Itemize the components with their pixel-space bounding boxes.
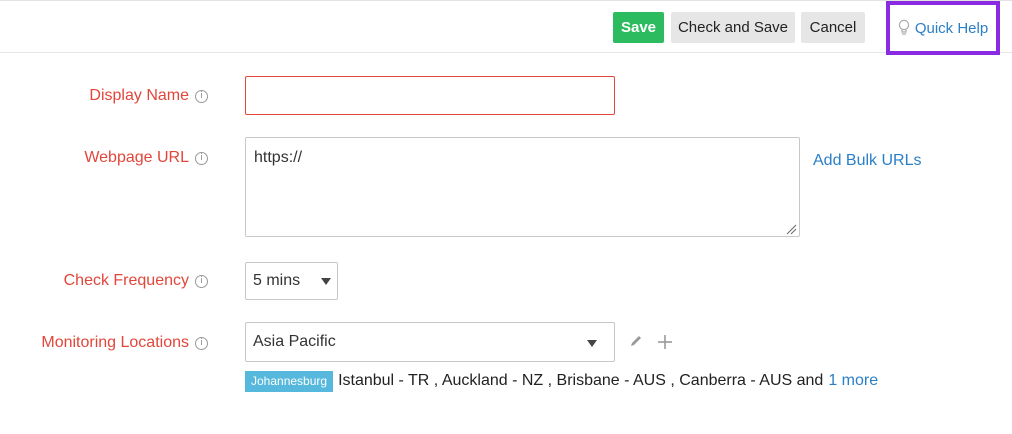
resize-grip-icon[interactable]	[785, 222, 797, 235]
check-frequency-label-row: Check Frequency i	[0, 272, 208, 296]
info-icon[interactable]: i	[195, 89, 208, 103]
selected-locations-row: Johannesburg Istanbul - TR , Auckland - …	[245, 370, 878, 392]
chevron-down-icon	[321, 278, 331, 285]
check-and-save-button[interactable]: Check and Save	[671, 12, 795, 43]
quick-help-link[interactable]: Quick Help	[886, 1, 1000, 55]
secondary-locations-text: Istanbul - TR , Auckland - NZ , Brisbane…	[338, 372, 824, 389]
plus-icon[interactable]	[657, 334, 673, 350]
monitoring-locations-label: Monitoring Locations	[41, 334, 189, 351]
webpage-url-textarea[interactable]: https://	[245, 137, 800, 237]
monitoring-locations-value: Asia Pacific	[253, 333, 336, 350]
chevron-down-icon	[587, 340, 597, 347]
check-frequency-select[interactable]: 5 mins	[245, 262, 338, 300]
quick-help-label: Quick Help	[914, 19, 989, 37]
check-frequency-label: Check Frequency	[63, 272, 189, 289]
info-icon[interactable]: i	[195, 274, 208, 288]
primary-location-badge: Johannesburg	[245, 370, 334, 392]
monitoring-locations-select[interactable]: Asia Pacific	[245, 322, 615, 362]
info-icon[interactable]: i	[195, 151, 208, 165]
display-name-input[interactable]	[245, 76, 615, 115]
lightbulb-icon	[898, 19, 910, 37]
display-name-label-row: Display Name i	[0, 87, 208, 111]
webpage-url-label-row: Webpage URL i	[0, 149, 208, 173]
info-icon[interactable]: i	[195, 336, 208, 350]
more-locations-link[interactable]: 1 more	[828, 372, 878, 390]
cancel-button[interactable]: Cancel	[801, 12, 865, 43]
monitoring-locations-label-row: Monitoring Locations i	[0, 334, 208, 358]
add-bulk-urls-link[interactable]: Add Bulk URLs	[813, 152, 922, 170]
webpage-url-label: Webpage URL	[84, 149, 189, 166]
save-button[interactable]: Save	[613, 12, 664, 43]
display-name-label: Display Name	[89, 87, 189, 104]
check-frequency-value: 5 mins	[253, 272, 301, 289]
pencil-icon[interactable]	[629, 334, 643, 348]
toolbar: Save Check and Save Cancel	[0, 0, 1012, 53]
